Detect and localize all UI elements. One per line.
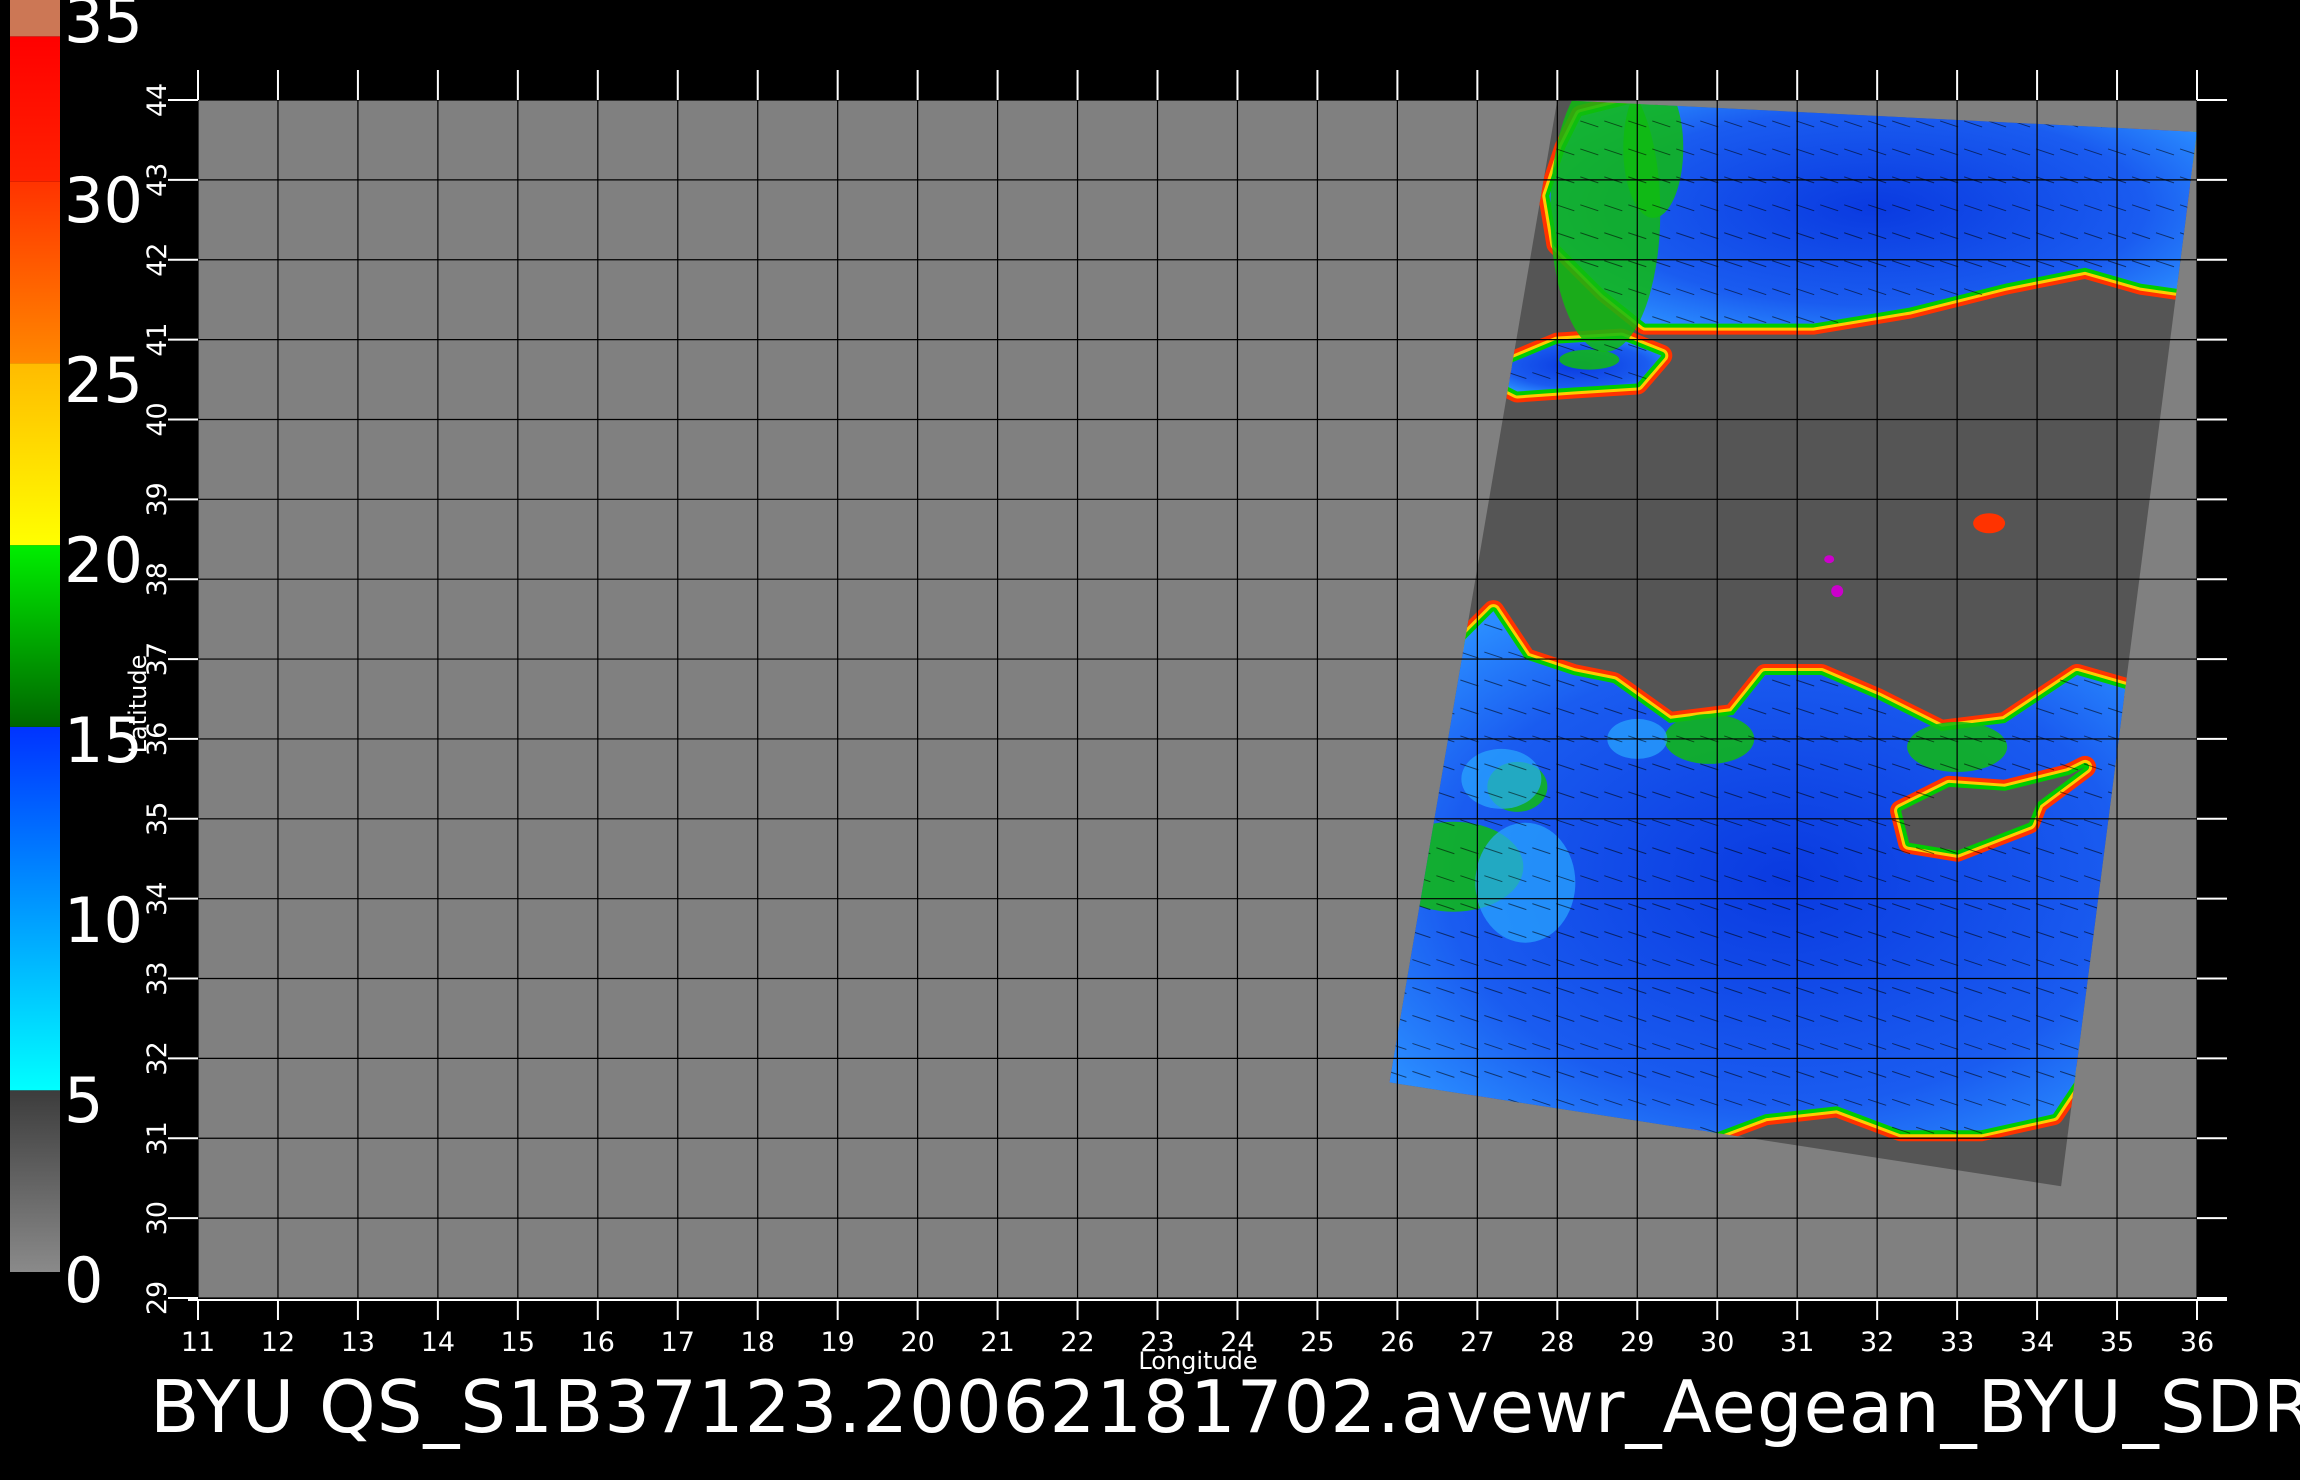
low-wind-patch [1475,822,1576,943]
moderate-wind-patch [1623,100,1684,218]
x-tick-label: 27 [1460,1327,1494,1358]
y-tick-label: 29 [142,1281,173,1315]
map-plot: 11 12 13 14 15 16 17 18 19 20 21 22 23 24 25 26 27 28 29 30… [142,70,2227,1358]
wind-vector [1844,93,1862,99]
y-tick-label: 31 [142,1121,173,1155]
colorbar-segment [10,181,60,364]
wind-vector [1700,93,1718,99]
x-tick-label: 29 [1620,1327,1654,1358]
x-tick-label: 21 [980,1327,1014,1358]
colorbar-label-0: 0 [64,1244,103,1317]
x-tick-label: 30 [1700,1327,1734,1358]
x-tick-label: 18 [741,1327,775,1358]
x-tick-label: 36 [2180,1327,2214,1358]
colorbar-label-20: 20 [64,524,143,597]
y-tick-label: 42 [142,243,173,277]
colorbar-segment [10,363,60,546]
colorbar-segments [10,0,60,1272]
x-tick-label: 31 [1780,1327,1814,1358]
wind-vector [1772,93,1790,99]
colorbar-segment [10,0,60,37]
x-tick-label: 11 [181,1327,215,1358]
colorbar: 0 5 10 15 20 25 30 35 [10,0,143,1317]
x-tick-label: 32 [1860,1327,1894,1358]
x-tick-label: 20 [900,1327,934,1358]
x-tick-label: 34 [2020,1327,2054,1358]
colorbar-label-35: 35 [64,0,143,57]
wind-map-figure: 0 5 10 15 20 25 30 35 11 12 13 14 15 16 17 18 19… [10,0,2300,1449]
y-tick-label: 39 [142,482,173,516]
wind-vector [1748,93,1766,99]
y-tick-label: 44 [142,83,173,117]
y-tick-label: 43 [142,163,173,197]
x-tick-label: 33 [1940,1327,1974,1358]
colorbar-label-5: 5 [64,1064,103,1137]
y-tick-label: 34 [142,881,173,915]
x-tick-label: 35 [2100,1327,2134,1358]
x-tick-label: 25 [1300,1327,1334,1358]
y-tick-label: 32 [142,1041,173,1075]
x-tick-label: 28 [1540,1327,1574,1358]
x-tick-label: 13 [341,1327,375,1358]
x-tick-label: 17 [661,1327,695,1358]
x-tick-label: 22 [1060,1327,1094,1358]
colorbar-segment [10,36,60,182]
y-tick-label: 38 [142,562,173,596]
x-tick-label: 19 [821,1327,855,1358]
colorbar-segment [10,726,60,1091]
y-tick-label: 35 [142,802,173,836]
wind-vector [1724,93,1742,99]
colorbar-label-25: 25 [64,344,143,417]
y-axis-title: Latitude [124,655,152,754]
colorbar-label-30: 30 [64,164,143,237]
colorbar-segment [10,545,60,727]
y-tick-label: 40 [142,402,173,436]
x-tick-label: 16 [581,1327,615,1358]
wind-vector [1796,93,1814,99]
moderate-wind-patch [1559,349,1620,370]
wind-vector [1820,93,1838,99]
inland-lake-marker [1824,555,1835,564]
y-tick-label: 33 [142,961,173,995]
y-tick-label: 30 [142,1201,173,1235]
y-tick-label: 41 [142,322,173,356]
footer-file-title: BYU QS_S1B37123.20062181702.avewr_Aegean… [150,1365,2300,1449]
low-wind-patch [1461,748,1542,809]
colorbar-segment [10,1090,60,1272]
colorbar-label-10: 10 [64,884,143,957]
x-tick-label: 26 [1380,1327,1414,1358]
inland-lake-marker [1973,513,2006,534]
x-tick-label: 15 [501,1327,535,1358]
x-tick-label: 12 [261,1327,295,1358]
inland-lake-marker [1831,585,1844,598]
wind-vector [1676,93,1694,99]
x-tick-label: 14 [421,1327,455,1358]
